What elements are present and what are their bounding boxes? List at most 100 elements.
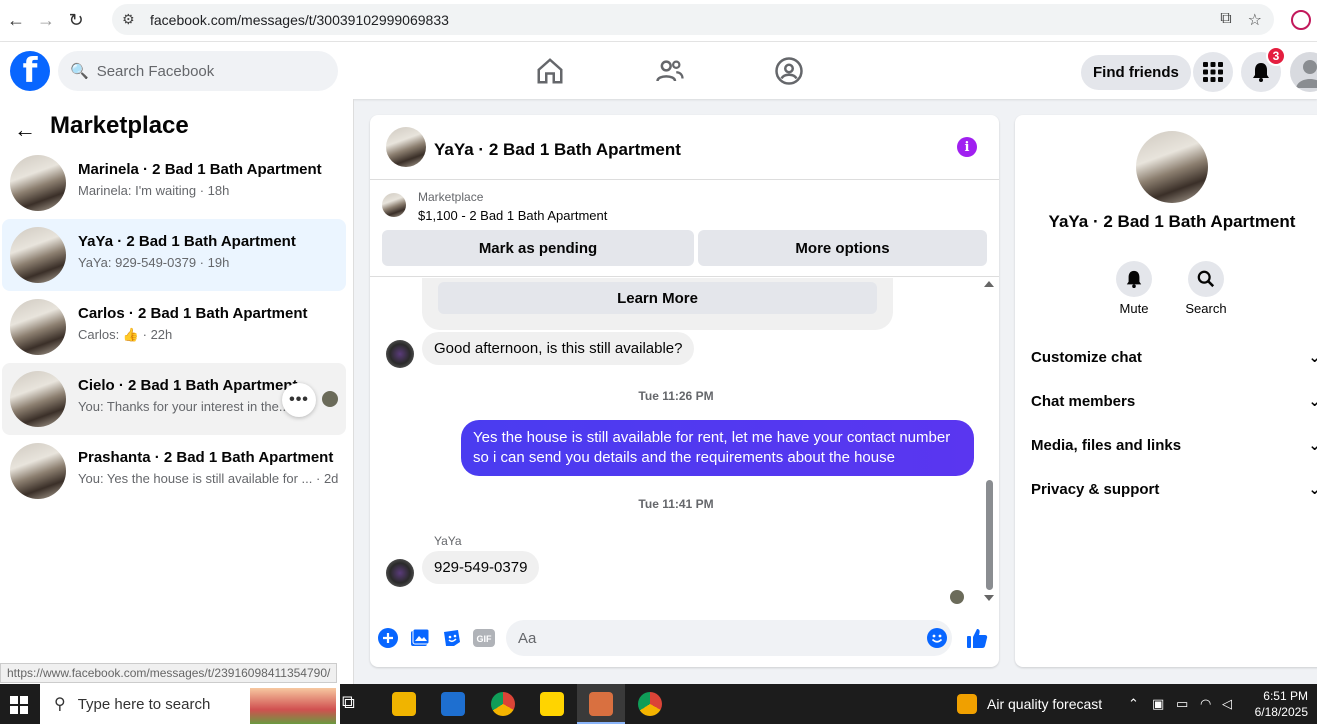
scrollbar-thumb[interactable] — [986, 480, 993, 590]
thumbs-up-send-icon[interactable] — [966, 627, 988, 649]
wifi-icon[interactable]: ◠ — [1200, 696, 1211, 712]
search-icon — [1197, 270, 1215, 288]
photo-icon[interactable] — [409, 627, 431, 649]
chevron-down-icon: ⌄ — [1308, 437, 1317, 454]
find-friends-button[interactable]: Find friends — [1081, 55, 1191, 90]
notification-badge: 3 — [1266, 46, 1286, 66]
mark-as-pending-button[interactable]: Mark as pending — [382, 230, 694, 266]
forward-arrow-icon[interactable]: → — [34, 9, 58, 33]
search-icon: 🔍 — [70, 63, 89, 80]
active-app-slot[interactable] — [577, 684, 625, 724]
learn-more-button[interactable]: Learn More — [438, 282, 877, 314]
search-facebook-input[interactable]: 🔍 Search Facebook — [58, 51, 338, 91]
chat-members-row[interactable]: Chat members ⌄ — [1031, 379, 1317, 423]
media-files-links-row[interactable]: Media, files and links ⌄ — [1031, 423, 1317, 467]
file-explorer-icon[interactable] — [392, 692, 416, 716]
friends-icon[interactable] — [655, 56, 685, 86]
mute-button[interactable] — [1116, 261, 1152, 297]
conversation-item-hovered[interactable]: Cielo · 2 Bad 1 Bath Apartment You: Than… — [2, 363, 346, 435]
conversation-item-selected[interactable]: YaYa · 2 Bad 1 Bath Apartment YaYa: 929-… — [2, 219, 346, 291]
customize-chat-row[interactable]: Customize chat ⌄ — [1031, 335, 1317, 379]
listing-thumbnail — [10, 371, 66, 427]
gif-icon[interactable]: GIF — [473, 627, 495, 649]
address-bar[interactable]: ⚙ facebook.com/messages/t/30039102999069… — [112, 4, 1274, 35]
clock-date: 6/18/2025 — [1254, 705, 1308, 719]
install-app-icon[interactable]: ⧉ — [1220, 10, 1231, 30]
facebook-logo-icon[interactable]: f — [10, 51, 50, 91]
chat-profile-thumbnail[interactable] — [1136, 131, 1208, 203]
row-label: Customize chat — [1031, 348, 1142, 366]
chevron-up-icon[interactable]: ⌃ — [1128, 696, 1139, 712]
sticker-icon[interactable] — [441, 627, 463, 649]
privacy-support-row[interactable]: Privacy & support ⌄ — [1031, 467, 1317, 511]
sender-avatar[interactable] — [386, 340, 414, 368]
sticky-notes-icon[interactable] — [540, 692, 564, 716]
listing-price[interactable]: $1,100 - 2 Bad 1 Bath Apartment — [418, 208, 607, 223]
clock[interactable]: 6:51 PM 6/18/2025 — [1246, 688, 1308, 720]
chat-thumbnail[interactable] — [386, 127, 426, 167]
conversation-item[interactable]: Prashanta · 2 Bad 1 Bath Apartment You: … — [2, 435, 346, 507]
info-icon[interactable]: i — [957, 137, 977, 157]
conversation-preview: YaYa: 929-549-0379 · 19h — [78, 255, 230, 270]
task-view-icon[interactable]: ⧉ — [342, 692, 366, 716]
seen-avatar — [322, 391, 338, 407]
active-app-icon — [589, 692, 613, 716]
search-chat-button[interactable] — [1188, 261, 1224, 297]
default-user-icon — [1296, 60, 1317, 88]
preview-time: · 22h — [142, 327, 173, 342]
status-bar-url: https://www.facebook.com/messages/t/2391… — [0, 663, 338, 683]
taskbar-search-input[interactable]: ⚲ Type here to search — [40, 684, 340, 724]
groups-icon[interactable] — [774, 56, 804, 86]
news-app-icon[interactable] — [441, 692, 465, 716]
search-icon: ⚲ — [54, 696, 66, 713]
listing-label: Marketplace — [418, 190, 484, 204]
weather-icon[interactable] — [957, 694, 977, 714]
volume-icon[interactable]: ◁ — [1222, 696, 1232, 712]
message-card: Learn More — [422, 278, 893, 330]
message-list[interactable]: Learn More Good afternoon, is this still… — [370, 278, 999, 608]
menu-grid-button[interactable] — [1193, 52, 1233, 92]
chevron-down-icon: ⌄ — [1308, 393, 1317, 410]
url-text: facebook.com/messages/t/3003910299906983… — [150, 11, 449, 28]
conversation-name: Carlos · 2 Bad 1 Bath Apartment — [78, 305, 308, 322]
listing-thumbnail — [10, 299, 66, 355]
back-arrow-icon[interactable]: ← — [14, 117, 36, 143]
read-receipt-avatar — [950, 590, 964, 604]
conversation-preview: You: Thanks for your interest in the... — [78, 399, 288, 414]
listing-thumbnail[interactable] — [382, 193, 406, 217]
more-options-button[interactable]: More options — [698, 230, 987, 266]
listing-banner: Marketplace $1,100 - 2 Bad 1 Bath Apartm… — [370, 181, 999, 277]
chrome-profile-icon[interactable] — [638, 692, 662, 716]
site-settings-icon[interactable]: ⚙ — [122, 11, 142, 28]
incoming-message: Good afternoon, is this still available? — [422, 332, 695, 365]
browser-profile-icon[interactable] — [1291, 10, 1311, 30]
scroll-up-icon[interactable] — [984, 281, 994, 287]
battery-icon[interactable]: ▭ — [1176, 696, 1188, 712]
home-icon[interactable] — [535, 56, 565, 86]
windows-start-icon[interactable] — [10, 696, 28, 714]
chrome-icon[interactable] — [491, 692, 515, 716]
emoji-icon[interactable] — [926, 627, 948, 649]
conversation-item[interactable]: Marinela · 2 Bad 1 Bath Apartment Marine… — [2, 147, 346, 219]
back-arrow-icon[interactable]: ← — [4, 9, 28, 33]
chat-title[interactable]: YaYa · 2 Bad 1 Bath Apartment — [434, 140, 681, 160]
scroll-down-icon[interactable] — [984, 595, 994, 601]
sidebar-title: Marketplace — [50, 112, 189, 139]
meet-now-icon[interactable]: ▣ — [1152, 696, 1164, 712]
bookmark-star-icon[interactable]: ☆ — [1248, 10, 1262, 30]
weather-text[interactable]: Air quality forecast — [987, 696, 1102, 712]
conversation-preview: Carlos: 👍 · 22h — [78, 327, 172, 343]
plus-icon[interactable] — [377, 627, 399, 649]
search-highlight-image — [250, 688, 336, 724]
search-placeholder: Search Facebook — [96, 62, 215, 80]
sender-avatar[interactable] — [386, 559, 414, 587]
profile-avatar[interactable] — [1290, 52, 1317, 92]
bell-icon — [1253, 63, 1269, 82]
row-label: Media, files and links — [1031, 436, 1182, 454]
message-input[interactable]: Aa — [506, 620, 952, 656]
reload-icon[interactable]: ↻ — [64, 9, 88, 33]
listing-thumbnail — [10, 443, 66, 499]
listing-thumbnail — [10, 155, 66, 211]
conversation-item[interactable]: Carlos · 2 Bad 1 Bath Apartment Carlos: … — [2, 291, 346, 363]
more-options-icon[interactable]: ••• — [282, 383, 316, 417]
